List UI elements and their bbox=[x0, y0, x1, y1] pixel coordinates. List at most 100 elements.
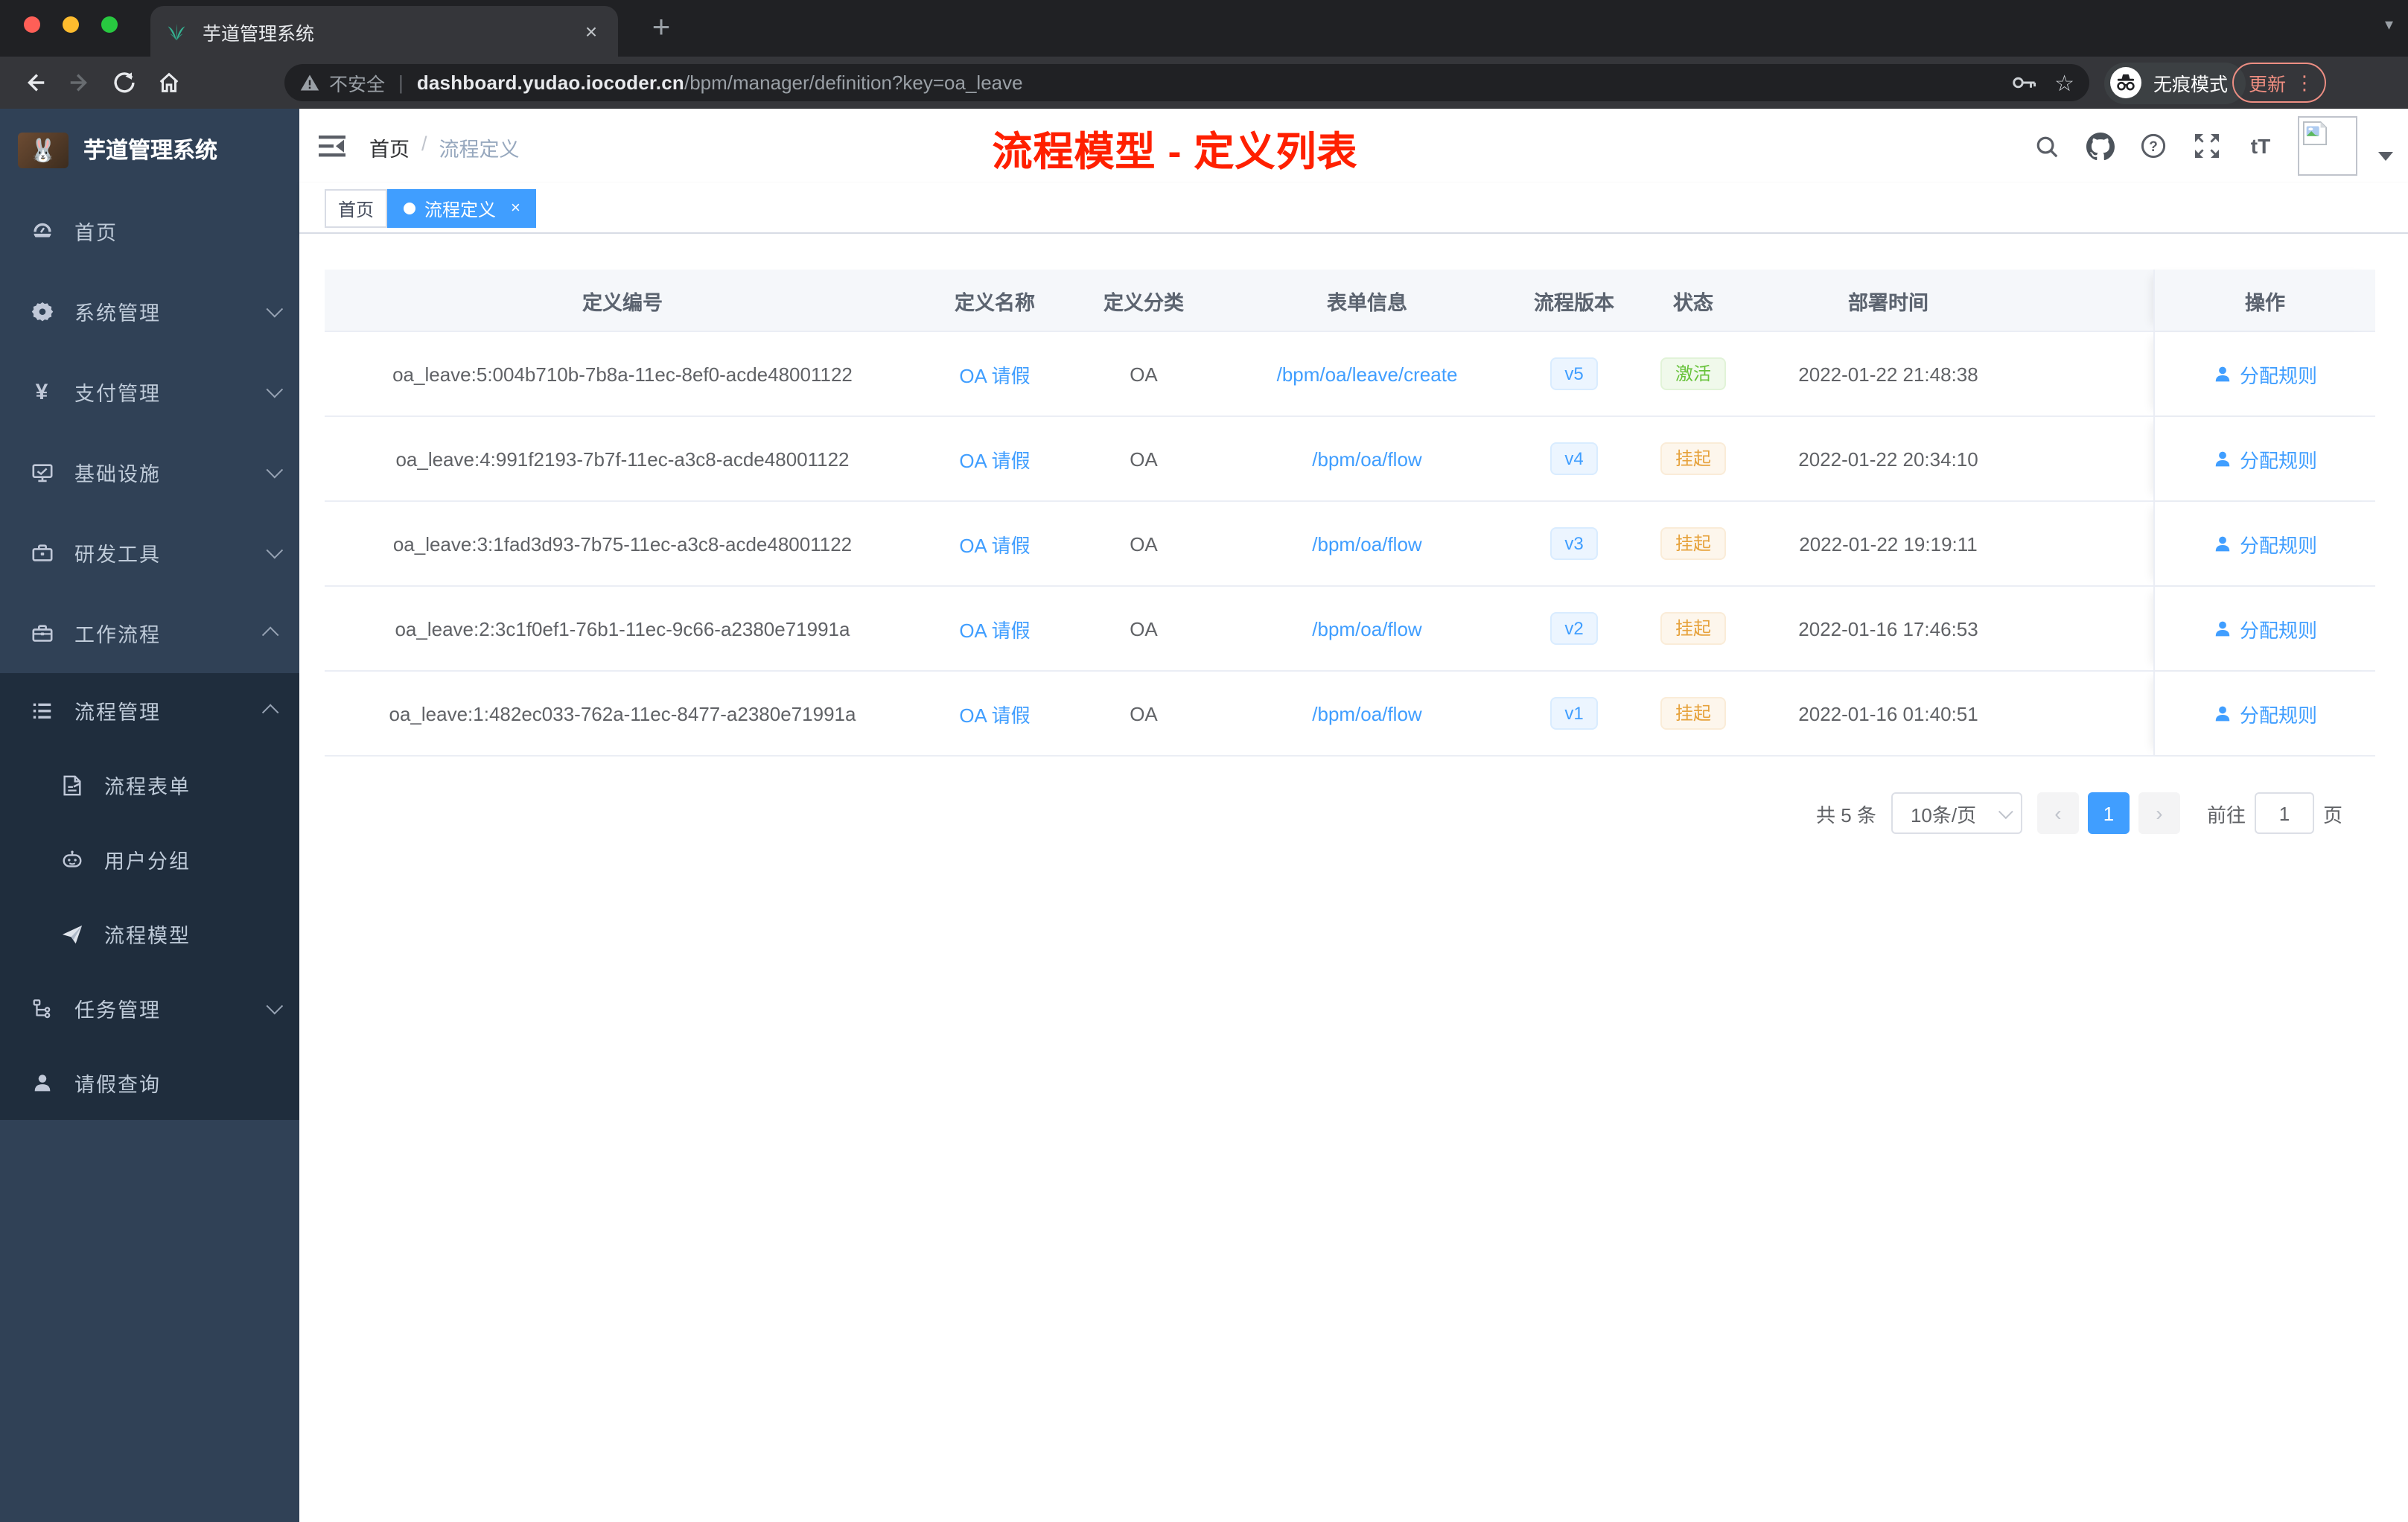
page-number-button[interactable]: 1 bbox=[2087, 792, 2130, 834]
sidebar-item-infra[interactable]: 基础设施 bbox=[0, 432, 299, 512]
help-icon[interactable]: ? bbox=[2137, 130, 2170, 162]
monitor-icon bbox=[30, 461, 54, 483]
chevron-down-icon bbox=[1998, 803, 2013, 819]
col-header-time: 部署时间 bbox=[1848, 291, 1928, 313]
tag-active[interactable]: 流程定义 × bbox=[387, 189, 537, 228]
browser-tab[interactable]: 芋道管理系统 × bbox=[150, 6, 618, 57]
bookmark-star-icon[interactable]: ☆ bbox=[2054, 69, 2074, 96]
sidebar-item-process-form[interactable]: 流程表单 bbox=[0, 748, 299, 822]
user-icon bbox=[2215, 705, 2230, 721]
definition-category: OA bbox=[1130, 363, 1158, 385]
assign-rule-link[interactable]: 分配规则 bbox=[2213, 360, 2317, 388]
tree-icon bbox=[30, 997, 54, 1019]
tag-home[interactable]: 首页 bbox=[325, 189, 388, 228]
sidebar-item-label: 流程管理 bbox=[74, 701, 161, 724]
sidebar-logo[interactable]: 🐰 芋道管理系统 bbox=[0, 109, 299, 191]
assign-rule-link[interactable]: 分配规则 bbox=[2213, 699, 2317, 727]
form-link[interactable]: /bpm/oa/flow bbox=[1312, 532, 1421, 555]
github-icon[interactable] bbox=[2083, 130, 2116, 162]
assign-rule-link[interactable]: 分配规则 bbox=[2213, 614, 2317, 643]
user-icon bbox=[2215, 366, 2230, 381]
sidebar-item-devtools[interactable]: 研发工具 bbox=[0, 512, 299, 593]
deploy-time: 2022-01-22 21:48:38 bbox=[1798, 363, 1978, 385]
user-icon bbox=[30, 1072, 54, 1094]
key-icon[interactable] bbox=[2011, 74, 2036, 91]
sidebar-item-user-group[interactable]: 用户分组 bbox=[0, 822, 299, 897]
definition-category: OA bbox=[1130, 702, 1158, 725]
sidebar-item-home[interactable]: 首页 bbox=[0, 191, 299, 271]
sidebar-item-label: 系统管理 bbox=[74, 302, 161, 325]
annotation-title: 流程模型 - 定义列表 bbox=[992, 130, 1358, 174]
definition-name-link[interactable]: OA 请假 bbox=[959, 699, 1030, 727]
window-controls bbox=[24, 16, 118, 33]
tag-close-icon[interactable]: × bbox=[511, 200, 520, 217]
assign-rule-label: 分配规则 bbox=[2239, 534, 2317, 556]
form-link[interactable]: /bpm/oa/leave/create bbox=[1277, 363, 1458, 385]
fullscreen-icon[interactable] bbox=[2191, 130, 2223, 162]
sidebar-item-payment[interactable]: ¥ 支付管理 bbox=[0, 351, 299, 432]
font-size-icon[interactable]: tT bbox=[2244, 130, 2277, 162]
tag-label: 流程定义 bbox=[424, 199, 497, 220]
status-badge: 挂起 bbox=[1660, 612, 1726, 645]
avatar: 🐰 bbox=[18, 132, 69, 168]
security-label[interactable]: 不安全 bbox=[329, 69, 385, 97]
warning-icon bbox=[300, 74, 319, 91]
sidebar-item-label: 支付管理 bbox=[74, 383, 161, 405]
page-size-select[interactable]: 10条/页 bbox=[1891, 792, 2022, 834]
minimize-window-button[interactable] bbox=[63, 16, 79, 33]
reload-button[interactable] bbox=[101, 62, 146, 104]
url-divider: | bbox=[398, 71, 404, 94]
sidebar-item-workflow[interactable]: 工作流程 bbox=[0, 593, 299, 673]
col-header-category: 定义分类 bbox=[1103, 291, 1184, 313]
sidebar-item-label: 用户分组 bbox=[104, 850, 191, 873]
goto-page-input[interactable] bbox=[2254, 792, 2314, 834]
sidebar-item-process-model[interactable]: 流程模型 bbox=[0, 897, 299, 971]
form-icon bbox=[60, 774, 83, 796]
sidebar-item-task-mgmt[interactable]: 任务管理 bbox=[0, 971, 299, 1045]
user-avatar[interactable] bbox=[2298, 116, 2357, 176]
home-button[interactable] bbox=[146, 62, 191, 104]
table-row: oa_leave:2:3c1f0ef1-76b1-11ec-9c66-a2380… bbox=[325, 587, 2375, 672]
definition-id: oa_leave:1:482ec033-762a-11ec-8477-a2380… bbox=[389, 702, 856, 725]
browser-update-menu[interactable]: 更新 ⋮ bbox=[2232, 63, 2327, 103]
definition-name-link[interactable]: OA 请假 bbox=[959, 529, 1030, 558]
url-bar[interactable]: 不安全 | dashboard.yudao.iocoder.cn/bpm/man… bbox=[284, 64, 2089, 101]
version-badge: v4 bbox=[1549, 442, 1599, 475]
form-link[interactable]: /bpm/oa/flow bbox=[1312, 617, 1421, 640]
search-icon[interactable] bbox=[2030, 130, 2063, 162]
sidebar-item-system[interactable]: 系统管理 bbox=[0, 271, 299, 351]
workflow-submenu: 流程管理 流程表单 用户分组 流程模型 任务管理 请假查询 bbox=[0, 673, 299, 1120]
version-badge: v5 bbox=[1549, 357, 1599, 390]
version-badge: v1 bbox=[1549, 697, 1599, 730]
app-navbar: 首页 / 流程定义 流程模型 - 定义列表 ? tT bbox=[299, 109, 2408, 183]
sidebar-item-leave-query[interactable]: 请假查询 bbox=[0, 1045, 299, 1120]
user-icon bbox=[2215, 620, 2230, 636]
sidebar-item-process-mgmt[interactable]: 流程管理 bbox=[0, 673, 299, 748]
prev-page-button[interactable]: ‹ bbox=[2036, 792, 2079, 834]
maximize-window-button[interactable] bbox=[101, 16, 118, 33]
status-badge: 挂起 bbox=[1660, 442, 1726, 475]
definition-name-link[interactable]: OA 请假 bbox=[959, 360, 1030, 388]
definition-name-link[interactable]: OA 请假 bbox=[959, 445, 1030, 473]
assign-rule-link[interactable]: 分配规则 bbox=[2213, 445, 2317, 473]
assign-rule-link[interactable]: 分配规则 bbox=[2213, 529, 2317, 558]
definition-name-link[interactable]: OA 请假 bbox=[959, 614, 1030, 643]
forward-button[interactable] bbox=[57, 62, 101, 104]
assign-rule-label: 分配规则 bbox=[2239, 704, 2317, 726]
form-link[interactable]: /bpm/oa/flow bbox=[1312, 702, 1421, 725]
deploy-time: 2022-01-22 19:19:11 bbox=[1799, 532, 1978, 555]
tab-search-chevron-icon[interactable]: ▾ bbox=[2385, 15, 2393, 34]
next-page-button[interactable]: › bbox=[2138, 792, 2180, 834]
avatar-caret-icon[interactable] bbox=[2378, 152, 2393, 161]
hamburger-icon[interactable] bbox=[317, 131, 347, 161]
back-button[interactable] bbox=[12, 62, 57, 104]
definition-category: OA bbox=[1130, 532, 1158, 555]
assign-rule-label: 分配规则 bbox=[2239, 449, 2317, 471]
breadcrumb-home[interactable]: 首页 bbox=[369, 133, 410, 162]
tab-close-icon[interactable]: × bbox=[579, 19, 603, 43]
form-link[interactable]: /bpm/oa/flow bbox=[1312, 448, 1421, 470]
new-tab-button[interactable]: + bbox=[640, 9, 682, 51]
sidebar-item-label: 首页 bbox=[74, 222, 118, 244]
row-filler bbox=[2022, 502, 2153, 585]
close-window-button[interactable] bbox=[24, 16, 40, 33]
